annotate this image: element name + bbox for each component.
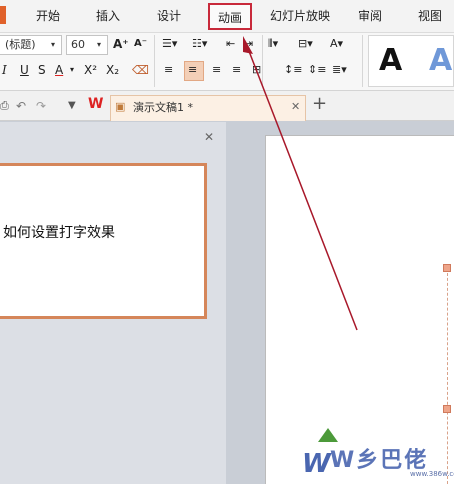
svg-text:W: W [302,449,332,479]
annotation-arrow [243,36,358,331]
app-window: 开始 插入 设计 动画 幻灯片放映 审阅 视图 (标题) ▾ 60 ▾ A⁺ A… [0,0,454,484]
watermark-url: www.386w.com [410,470,454,478]
